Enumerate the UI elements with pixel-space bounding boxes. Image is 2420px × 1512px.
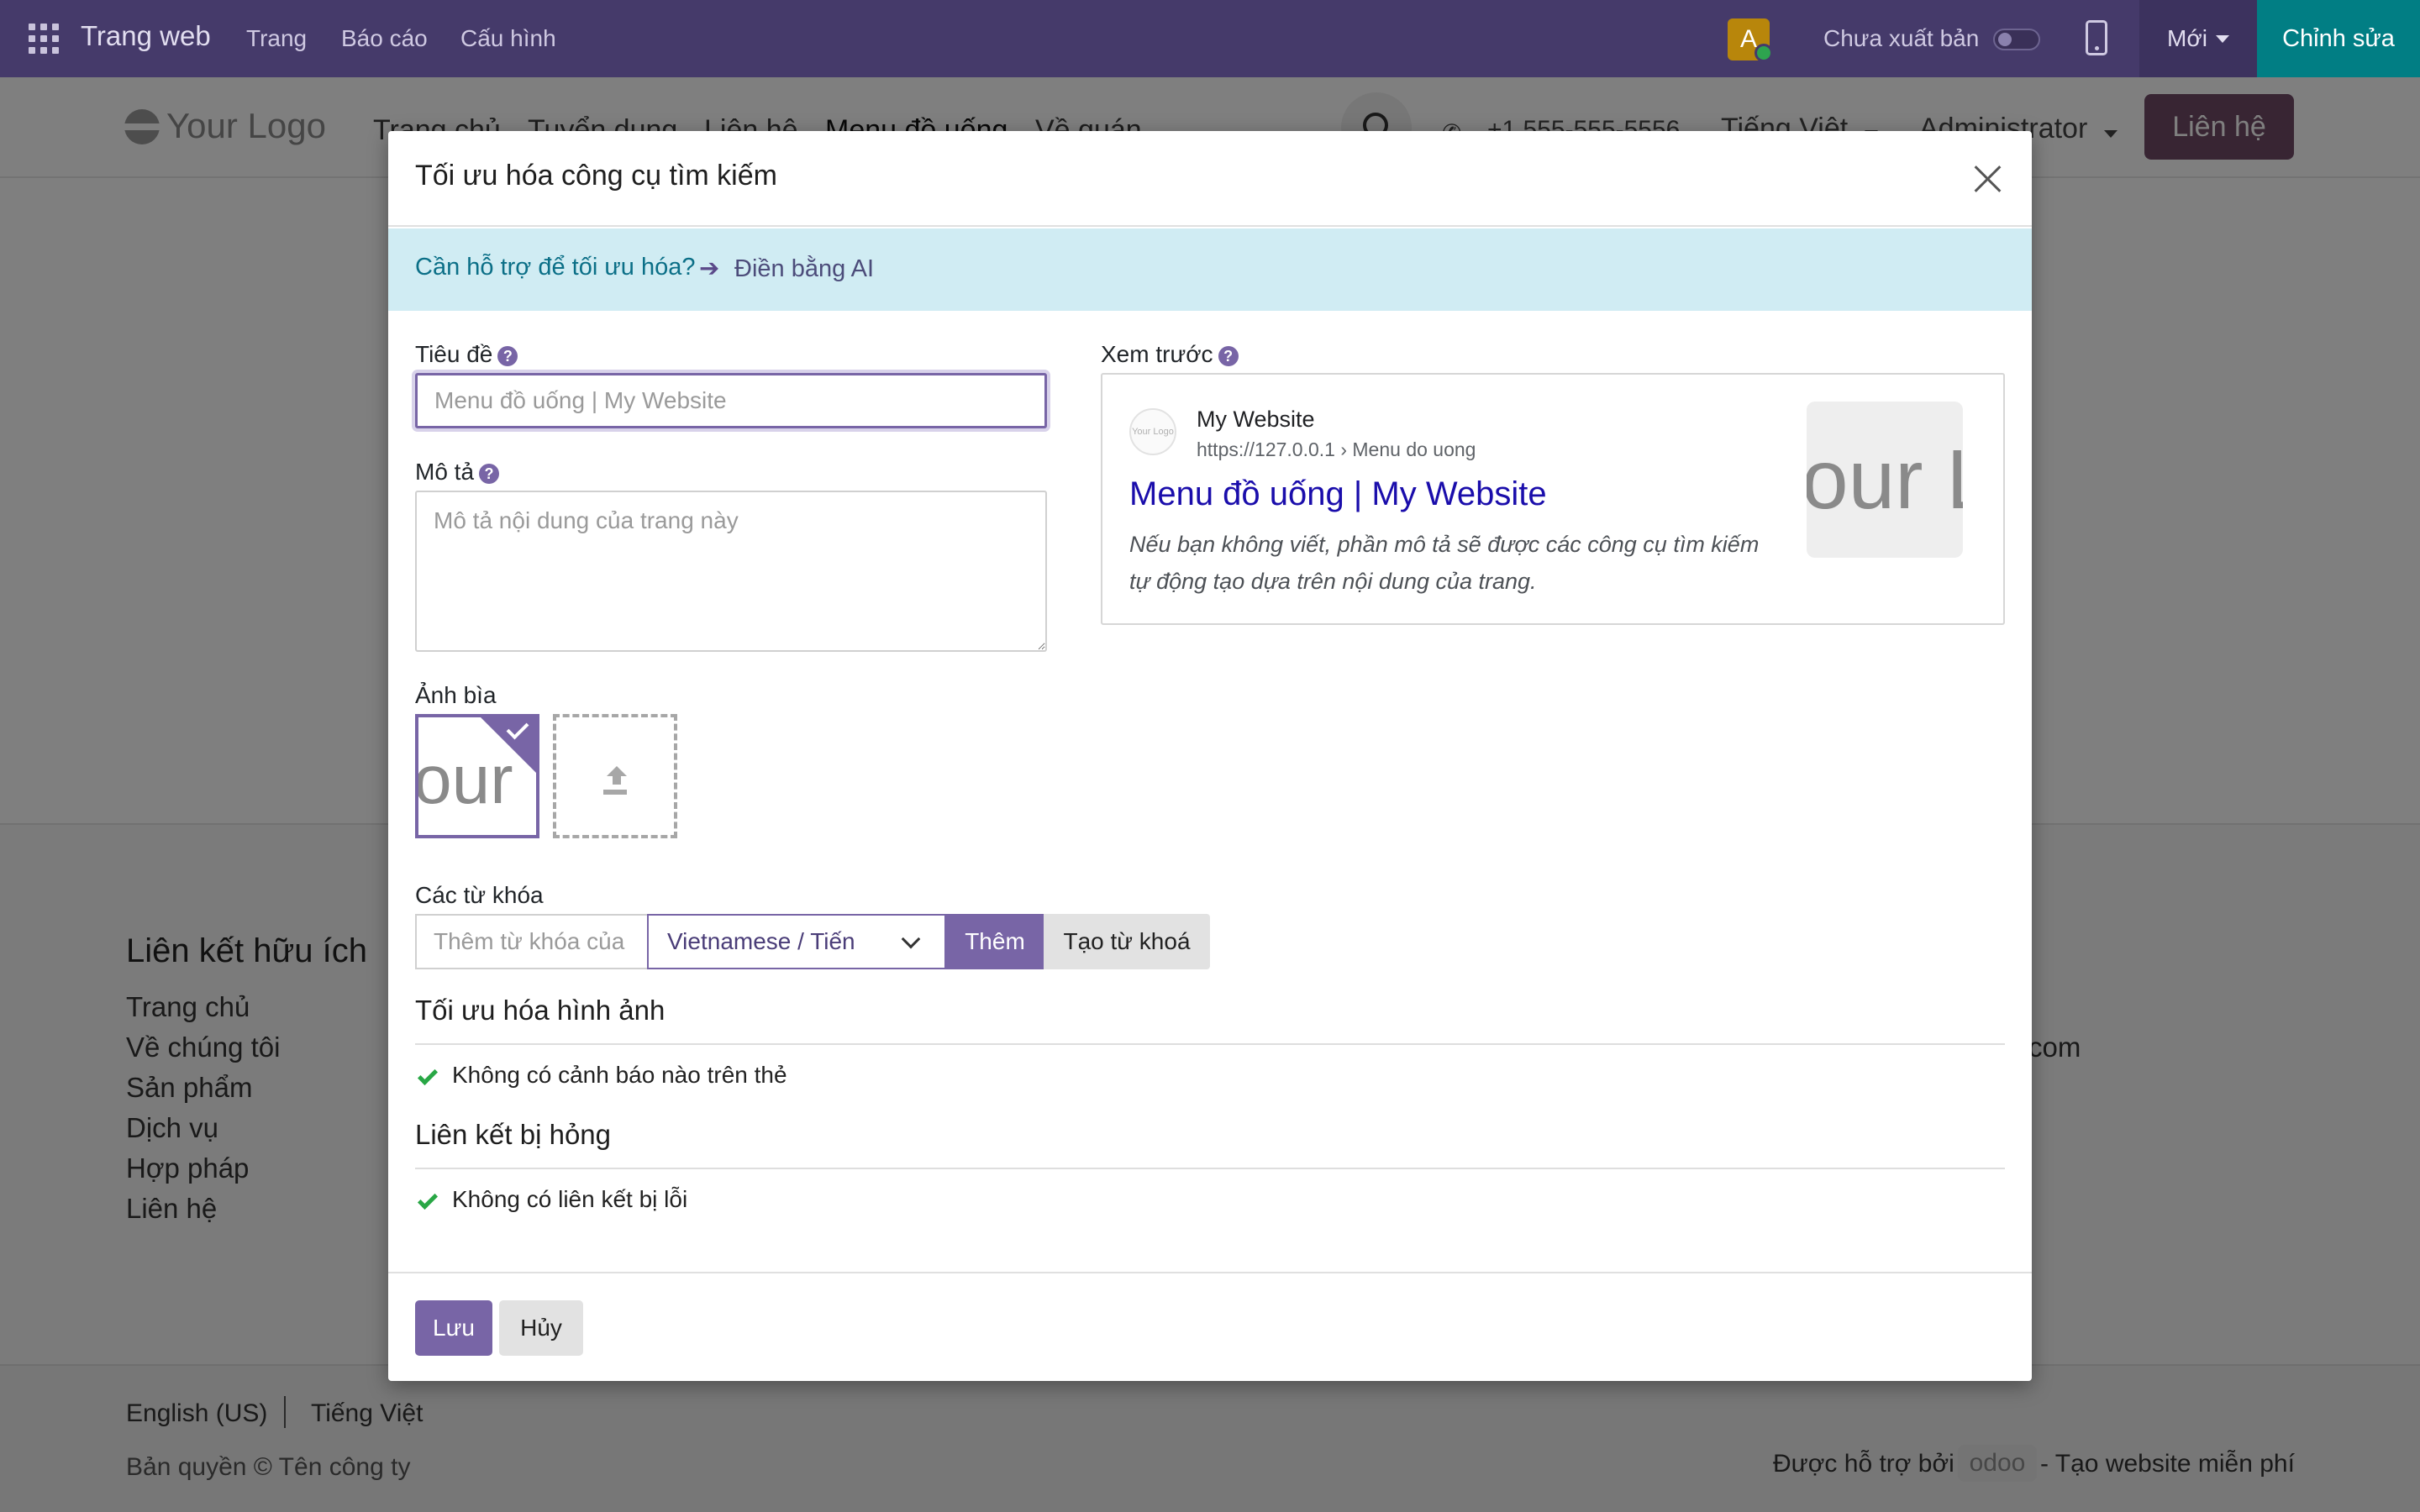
- preview-favicon: Your Logo: [1129, 408, 1176, 455]
- admin-navbar: Trang web Trang Báo cáo Cấu hình A Chưa …: [0, 0, 2420, 77]
- generate-keywords-button[interactable]: Tạo từ khoá: [1044, 914, 1210, 969]
- caret-down-icon: [2215, 34, 2229, 43]
- add-keyword-button[interactable]: Thêm: [946, 914, 1044, 969]
- preview-thumbnail: our L: [1807, 402, 1963, 558]
- preview-label: Xem trước?: [1101, 341, 1239, 368]
- menu-configuration[interactable]: Cấu hình: [460, 25, 556, 52]
- description-label: Mô tả?: [415, 459, 500, 486]
- keyword-language-value: Vietnamese / Tiến: [667, 928, 855, 954]
- ai-assist-banner: Cần hỗ trợ để tối ưu hóa? ➔ Điền bằng AI: [388, 228, 2032, 311]
- cancel-button[interactable]: Hủy: [499, 1300, 583, 1356]
- section-divider: [415, 1043, 2005, 1045]
- seo-title-input[interactable]: [415, 373, 1047, 428]
- search-result-preview: Your Logo My Website https://127.0.0.1 ›…: [1101, 373, 2005, 625]
- help-icon[interactable]: ?: [479, 463, 500, 484]
- title-label-text: Tiêu đề: [415, 341, 493, 367]
- keyword-language-select[interactable]: Vietnamese / Tiến: [647, 914, 946, 969]
- keyword-input[interactable]: [415, 914, 647, 969]
- ai-question: Cần hỗ trợ để tối ưu hóa?: [415, 254, 696, 281]
- apps-grid-icon[interactable]: [29, 24, 59, 54]
- checkmark-icon: [417, 1189, 439, 1210]
- new-content-button[interactable]: Mới: [2139, 0, 2257, 77]
- publish-status-label: Chưa xuất bản: [1823, 25, 1980, 51]
- arrow-right-icon: ➔: [699, 255, 720, 282]
- keywords-label: Các từ khóa: [415, 882, 544, 908]
- save-button[interactable]: Lưu: [415, 1300, 492, 1356]
- selected-corner-icon: [479, 717, 536, 774]
- seo-dialog: Tối ưu hóa công cụ tìm kiếm Cần hỗ trợ đ…: [388, 131, 2032, 1381]
- new-content-label: Mới: [2167, 25, 2207, 51]
- preview-thumbnail-text: our L: [1807, 433, 1963, 527]
- image-optimization-heading: Tối ưu hóa hình ảnh: [415, 995, 666, 1026]
- dialog-footer: Lưu Hủy: [388, 1272, 2032, 1381]
- menu-pages[interactable]: Trang: [246, 25, 307, 52]
- dialog-header: Tối ưu hóa công cụ tìm kiếm: [388, 131, 2032, 227]
- preview-label-text: Xem trước: [1101, 341, 1213, 367]
- dialog-title: Tối ưu hóa công cụ tìm kiếm: [415, 160, 777, 192]
- upload-icon: [607, 766, 627, 785]
- title-label: Tiêu đề?: [415, 341, 518, 368]
- close-icon[interactable]: [1971, 163, 2003, 195]
- help-icon[interactable]: ?: [1218, 345, 1239, 366]
- cover-image-option-selected[interactable]: our L: [415, 714, 539, 838]
- chevron-down-icon: [901, 929, 921, 949]
- mobile-preview-icon[interactable]: [2086, 20, 2107, 55]
- links-ok-message: Không có liên kết bị lỗi: [452, 1186, 688, 1212]
- preview-url: https://127.0.0.1 › Menu do uong: [1197, 438, 1476, 460]
- help-icon[interactable]: ?: [497, 345, 518, 366]
- publish-toggle[interactable]: [1993, 29, 2040, 50]
- preview-site-name: My Website: [1197, 407, 1315, 432]
- image-ok-message: Không có cảnh báo nào trên thẻ: [452, 1062, 787, 1088]
- online-status-icon: [1754, 44, 1773, 62]
- preview-page-title: Menu đồ uống | My Website: [1129, 475, 1547, 512]
- upload-tray-icon: [603, 790, 627, 795]
- seo-description-input[interactable]: [415, 491, 1047, 652]
- preview-description: Nếu bạn không viết, phần mô tả sẽ được c…: [1129, 532, 1760, 594]
- edit-button[interactable]: Chỉnh sửa: [2257, 0, 2420, 77]
- broken-links-heading: Liên kết bị hỏng: [415, 1119, 612, 1150]
- cover-image-label: Ảnh bìa: [415, 682, 497, 708]
- section-divider: [415, 1168, 2005, 1169]
- fill-with-ai-link[interactable]: Điền bằng AI: [734, 255, 874, 283]
- menu-reports[interactable]: Báo cáo: [341, 25, 428, 52]
- description-label-text: Mô tả: [415, 459, 475, 485]
- app-brand[interactable]: Trang web: [81, 20, 211, 52]
- upload-cover-image-button[interactable]: [553, 714, 677, 838]
- checkmark-icon: [417, 1064, 439, 1086]
